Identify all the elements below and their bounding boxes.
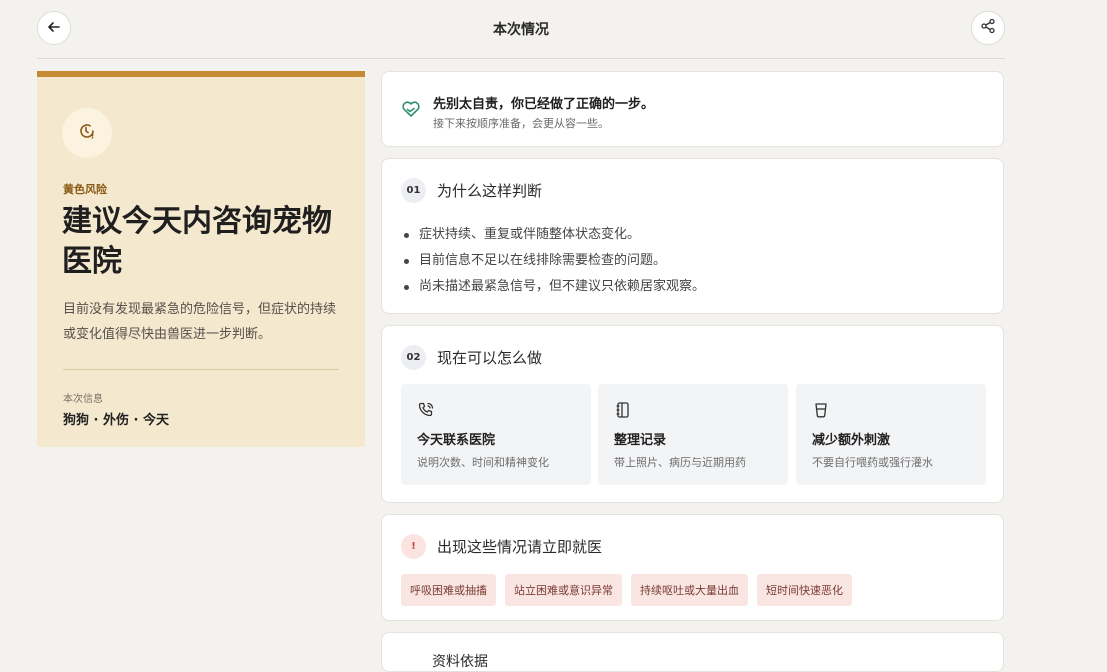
actions-section: 02 现在可以怎么做 今天联系医院 说明次数、时间和精神变化 整理记录 带上照片… [381, 325, 1004, 503]
urgent-sign-chip: 短时间快速恶化 [757, 574, 852, 606]
cup-icon [812, 401, 830, 423]
risk-recommendation-title: 建议今天内咨询宠物医院 [62, 204, 332, 279]
section-title: 现在可以怎么做 [437, 349, 543, 367]
action-tile-reduce-stimulation[interactable]: 减少额外刺激 不要自行喂药或强行灌水 [796, 384, 986, 485]
action-tile-organize-records[interactable]: 整理记录 带上照片、病历与近期用药 [598, 384, 788, 485]
session-info-value: 狗狗 · 外伤 · 今天 [63, 413, 169, 428]
risk-level-label: 黄色风险 [63, 183, 107, 196]
divider [63, 369, 339, 370]
section-title: 为什么这样判断 [437, 182, 543, 200]
action-description: 带上照片、病历与近期用药 [614, 456, 746, 469]
section-number-badge: 01 [401, 178, 426, 203]
top-bar: 本次情况 [37, 0, 1005, 59]
urgent-sign-chip: 呼吸困难或抽搐 [401, 574, 496, 606]
references-section: 资料依据 [381, 632, 1004, 672]
reason-list: 症状持续、重复或伴随整体状态变化。 目前信息不足以在线排除需要检查的问题。 尚未… [404, 222, 705, 300]
risk-description: 目前没有发现最紧急的危险信号，但症状的持续或变化值得尽快由兽医进一步判断。 [63, 302, 337, 342]
urgent-sign-list: 呼吸困难或抽搐 站立困难或意识异常 持续呕吐或大量出血 短时间快速恶化 [401, 574, 852, 606]
action-description: 不要自行喂药或强行灌水 [812, 456, 933, 469]
alert-badge: ! [401, 534, 426, 559]
heart-hands-icon [401, 100, 421, 122]
action-title: 减少额外刺激 [812, 433, 891, 448]
reason-item: 尚未描述最紧急信号，但不建议只依赖居家观察。 [404, 274, 705, 300]
urgent-signs-section: ! 出现这些情况请立即就医 呼吸困难或抽搐 站立困难或意识异常 持续呕吐或大量出… [381, 514, 1004, 621]
reassurance-panel: 先别太自责，你已经做了正确的一步。 接下来按顺序准备，会更从容一些。 [381, 71, 1004, 147]
risk-icon-badge [62, 108, 112, 158]
action-title: 整理记录 [614, 433, 667, 448]
reason-item: 目前信息不足以在线排除需要检查的问题。 [404, 248, 705, 274]
why-section: 01 为什么这样判断 症状持续、重复或伴随整体状态变化。 目前信息不足以在线排除… [381, 158, 1004, 314]
action-description: 说明次数、时间和精神变化 [417, 456, 549, 469]
reason-item: 症状持续、重复或伴随整体状态变化。 [404, 222, 705, 248]
notebook-icon [614, 401, 632, 423]
share-icon [980, 18, 996, 38]
risk-summary-card: 黄色风险 建议今天内咨询宠物医院 目前没有发现最紧急的危险信号，但症状的持续或变… [37, 71, 365, 447]
section-title: 资料依据 [432, 654, 488, 670]
section-title: 出现这些情况请立即就医 [437, 538, 603, 556]
action-tile-contact-hospital[interactable]: 今天联系医院 说明次数、时间和精神变化 [401, 384, 591, 485]
urgent-sign-chip: 持续呕吐或大量出血 [631, 574, 748, 606]
share-button[interactable] [971, 11, 1005, 45]
page-title: 本次情况 [493, 22, 549, 38]
action-title: 今天联系医院 [417, 433, 496, 448]
urgent-sign-chip: 站立困难或意识异常 [505, 574, 622, 606]
section-number-badge: 02 [401, 345, 426, 370]
clock-alert-icon [77, 121, 97, 145]
phone-icon [417, 401, 435, 423]
reassurance-title: 先别太自责，你已经做了正确的一步。 [433, 97, 655, 112]
reassurance-subtitle: 接下来按顺序准备，会更从容一些。 [433, 117, 609, 130]
session-info-label: 本次信息 [63, 394, 103, 405]
